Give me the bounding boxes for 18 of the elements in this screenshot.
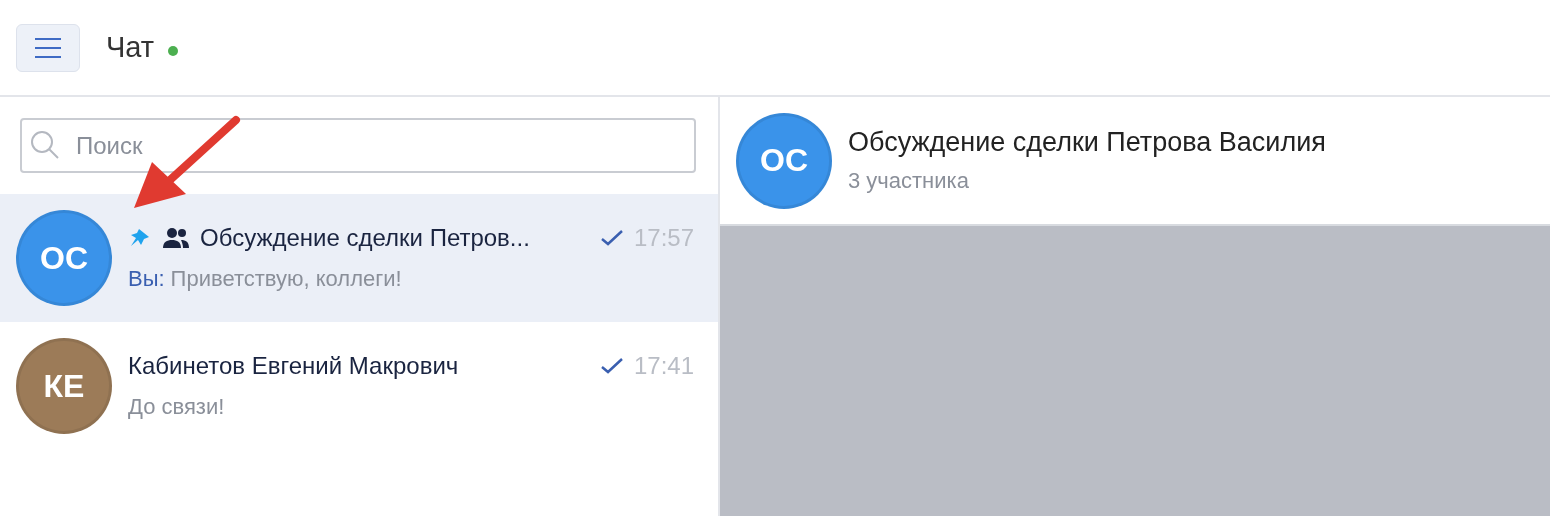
message-preview: До связи!: [128, 394, 225, 420]
sender-label: Вы:: [128, 266, 165, 292]
avatar: ОС: [16, 210, 112, 306]
chat-name: Кабинетов Евгений Макрович: [128, 352, 460, 380]
message-preview: Приветствую, коллеги!: [170, 266, 402, 292]
search-icon: [30, 130, 60, 160]
check-icon: [599, 229, 624, 247]
avatar: ОС: [736, 112, 832, 209]
message-time: 17:41: [633, 352, 694, 380]
search-field[interactable]: Поиск: [20, 118, 696, 173]
menu-icon: [34, 36, 62, 59]
conversation-title: Обсуждение сделки Петрова Василия: [848, 127, 1327, 158]
check-icon: [599, 357, 624, 375]
menu-button[interactable]: [16, 23, 80, 72]
avatar: КЕ: [16, 338, 112, 434]
page-title: Чат: [106, 31, 155, 64]
participant-count: 3 участника: [848, 168, 970, 194]
chat-name: Обсуждение сделки Петров...: [200, 224, 531, 252]
